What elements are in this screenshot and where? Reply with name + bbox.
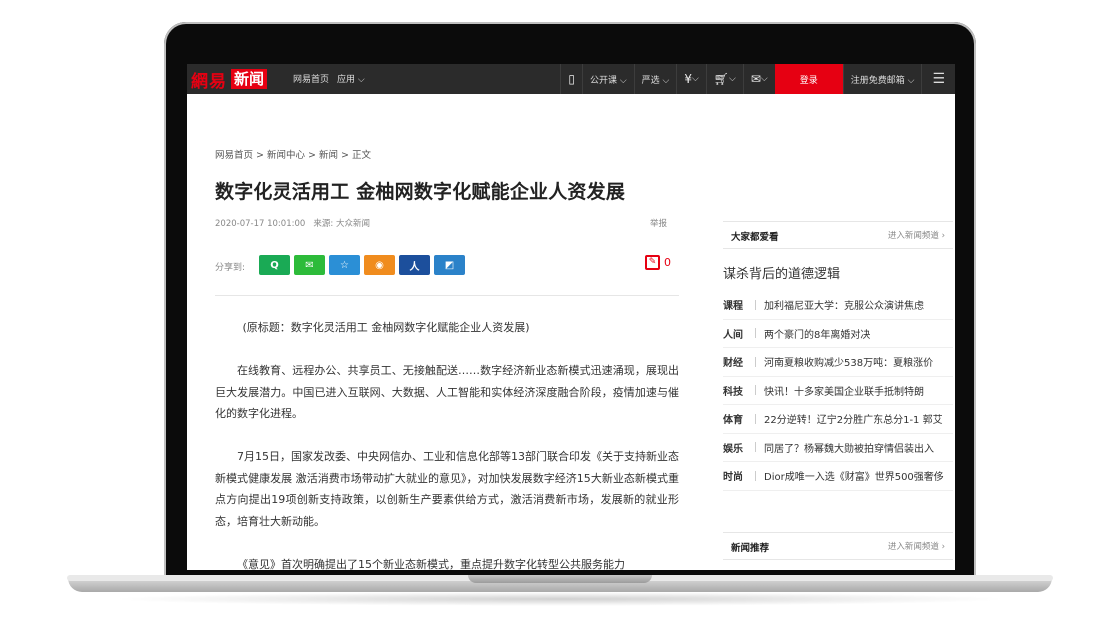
item-category: 体育 [723, 415, 743, 427]
share-qzone-button[interactable]: ☆ [329, 255, 360, 275]
recommend-more-link[interactable]: 进入新闻频道 › [888, 540, 945, 552]
article-source[interactable]: 来源: 大众新闻 [313, 219, 370, 229]
item-separator [755, 328, 756, 339]
share-buttons: Q ✉ ☆ ◉ 人 ◩ [259, 255, 465, 275]
item-separator [755, 413, 756, 424]
article-divider [215, 295, 679, 296]
recommend-heading: 新闻推荐 [731, 543, 770, 554]
nav-cart-label: ⌵ [729, 74, 736, 84]
comment-button[interactable]: ✎ 0 [645, 255, 671, 270]
top-nav-bar: 網易 新闻 网易首页 应用 ⌵ ▯ 公开课 ⌵ 严选 ⌵ ¥ ⌵ 🛒︎ ⌵ ✉ … [187, 64, 955, 94]
article-title: 数字化灵活用工 金柚网数字化赋能企业人资发展 [215, 181, 626, 203]
nav-yanxuan[interactable]: 严选 ⌵ [633, 64, 677, 94]
article-paragraph: 在线教育、远程办公、共享员工、无接触配送……数字经济新业态新模式迅速涌现，展现出… [215, 364, 679, 420]
list-item[interactable]: 课程 加利福尼亚大学：克服公众演讲焦虑 [723, 291, 953, 320]
share-weibo-button[interactable]: ◉ [364, 255, 395, 275]
list-item[interactable]: 财经 河南夏粮收购减少538万吨：夏粮涨价 [723, 348, 953, 377]
laptop-shadow [110, 592, 1010, 606]
edit-comment-icon: ✎ [645, 255, 660, 270]
site-logo[interactable]: 網易 新闻 [191, 67, 268, 92]
item-title: 22分逆转！辽宁2分胜广东总分1-1 郭艾 [764, 415, 943, 427]
article-paragraph: 《意见》首次明确提出了15个新业态新模式，重点提升数字化转型公共服务能力 [237, 557, 625, 571]
item-title: 同居了？杨幂魏大勋被拍穿情侣装出入 [764, 443, 934, 455]
laptop-notch [468, 575, 652, 583]
list-item[interactable]: 人间 两个豪门的8年离婚对决 [723, 320, 953, 348]
popular-more-link[interactable]: 进入新闻频道 › [888, 229, 945, 241]
item-separator [755, 470, 756, 481]
nav-mail[interactable]: ✉ ⌵ [742, 64, 775, 94]
nav-right-items: ▯ 公开课 ⌵ 严选 ⌵ ¥ ⌵ 🛒︎ ⌵ ✉ ⌵ 登录 注册免费邮箱 ⌵ ☰ [560, 64, 955, 94]
nav-open-course-label: 公开课 ⌵ [589, 75, 627, 86]
nav-yanxuan-label: 严选 ⌵ [641, 75, 670, 86]
nav-open-course[interactable]: 公开课 ⌵ [581, 64, 634, 94]
list-item[interactable]: 体育 22分逆转！辽宁2分胜广东总分1-1 郭艾 [723, 405, 953, 434]
list-item[interactable]: 时尚 Dior成唯一入选《财富》世界500强奢侈 [723, 462, 953, 491]
share-wechat-button[interactable]: ✉ [294, 255, 325, 275]
item-category: 人间 [723, 329, 743, 341]
nav-cart[interactable]: 🛒︎ ⌵ [705, 64, 743, 94]
nav-finance-label: ⌵ [691, 74, 699, 84]
item-title: 河南夏粮收购减少538万吨：夏粮涨价 [764, 358, 934, 370]
item-separator [755, 442, 756, 453]
breadcrumb[interactable]: 网易首页 > 新闻中心 > 新闻 > 正文 [215, 147, 371, 161]
report-link[interactable]: 举报 [650, 217, 667, 229]
browser-screen: 網易 新闻 网易首页 应用 ⌵ ▯ 公开课 ⌵ 严选 ⌵ ¥ ⌵ 🛒︎ ⌵ ✉ … [187, 64, 955, 570]
weibo-icon: ◉ [375, 259, 384, 271]
item-category: 财经 [723, 358, 743, 370]
article-body: (原标题：数字化灵活用工 金柚网数字化赋能企业人资发展) 在线教育、远程办公、共… [215, 317, 679, 570]
mail-icon: ✉ [750, 72, 761, 86]
item-title: 两个豪门的8年离婚对决 [764, 329, 871, 341]
yuan-icon: ¥ [684, 72, 692, 86]
item-title: Dior成唯一入选《财富》世界500强奢侈 [764, 472, 944, 484]
mobile-app-icon: ▯ [568, 72, 575, 86]
popular-heading: 大家都爱看 [731, 232, 779, 243]
item-separator [755, 299, 756, 310]
wechat-icon: ✉ [305, 259, 314, 271]
login-button[interactable]: 登录 [774, 64, 843, 94]
item-title: 加利福尼亚大学：克服公众演讲焦虑 [764, 301, 924, 313]
nav-mail-label: ⌵ [760, 74, 768, 84]
item-separator [755, 385, 756, 396]
nav-finance[interactable]: ¥ ⌵ [676, 64, 705, 94]
nav-left-links: 网易首页 应用 ⌵ [293, 72, 365, 85]
yixin-icon: ◩ [444, 259, 455, 271]
item-category: 科技 [723, 386, 743, 398]
popular-section-header: 大家都爱看 进入新闻频道 › [723, 221, 953, 249]
item-separator [755, 356, 756, 367]
list-item[interactable]: 科技 快讯！十多家美国企业联手抵制特朗 [723, 377, 953, 405]
recommend-section-header: 新闻推荐 进入新闻频道 › [723, 532, 953, 560]
item-category: 时尚 [723, 472, 743, 484]
nav-mobile-app[interactable]: ▯ [560, 64, 582, 94]
list-item[interactable]: 娱乐 同居了？杨幂魏大勋被拍穿情侣装出入 [723, 434, 953, 462]
qzone-icon: ☆ [340, 259, 349, 271]
article-meta: 2020-07-17 10:01:00 来源: 大众新闻 [215, 217, 370, 229]
share-qq-button[interactable]: Q [259, 255, 290, 275]
logo-news: 新闻 [231, 69, 268, 89]
publish-time: 2020-07-17 10:01:00 [215, 219, 306, 229]
share-label: 分享到: [215, 263, 246, 273]
share-renren-button[interactable]: 人 [399, 255, 430, 275]
article-paragraph: 7月15日，国家发改委、中央网信办、工业和信息化部等13部门联合印发《关于支持新… [215, 450, 679, 528]
qq-icon: Q [270, 259, 279, 271]
hamburger-menu-icon[interactable]: ☰ [921, 64, 955, 94]
item-category: 娱乐 [723, 443, 743, 455]
popular-headline[interactable]: 谋杀背后的道德逻辑 [723, 263, 840, 282]
item-title: 快讯！十多家美国企业联手抵制特朗 [764, 386, 924, 398]
nav-apps-link[interactable]: 应用 ⌵ [337, 72, 365, 85]
nav-home-link[interactable]: 网易首页 [293, 72, 329, 85]
register-mail-button[interactable]: 注册免费邮箱 ⌵ [842, 64, 922, 94]
cart-icon: 🛒︎ [713, 72, 730, 86]
popular-list: 课程 加利福尼亚大学：克服公众演讲焦虑 人间 两个豪门的8年离婚对决 财经 河南… [723, 291, 953, 491]
item-category: 课程 [723, 301, 743, 313]
article-paragraph: (原标题：数字化灵活用工 金柚网数字化赋能企业人资发展) [242, 321, 530, 334]
logo-163: 網易 [191, 71, 227, 92]
share-yixin-button[interactable]: ◩ [434, 255, 465, 275]
renren-icon: 人 [409, 261, 420, 273]
comment-count: 0 [664, 256, 671, 269]
